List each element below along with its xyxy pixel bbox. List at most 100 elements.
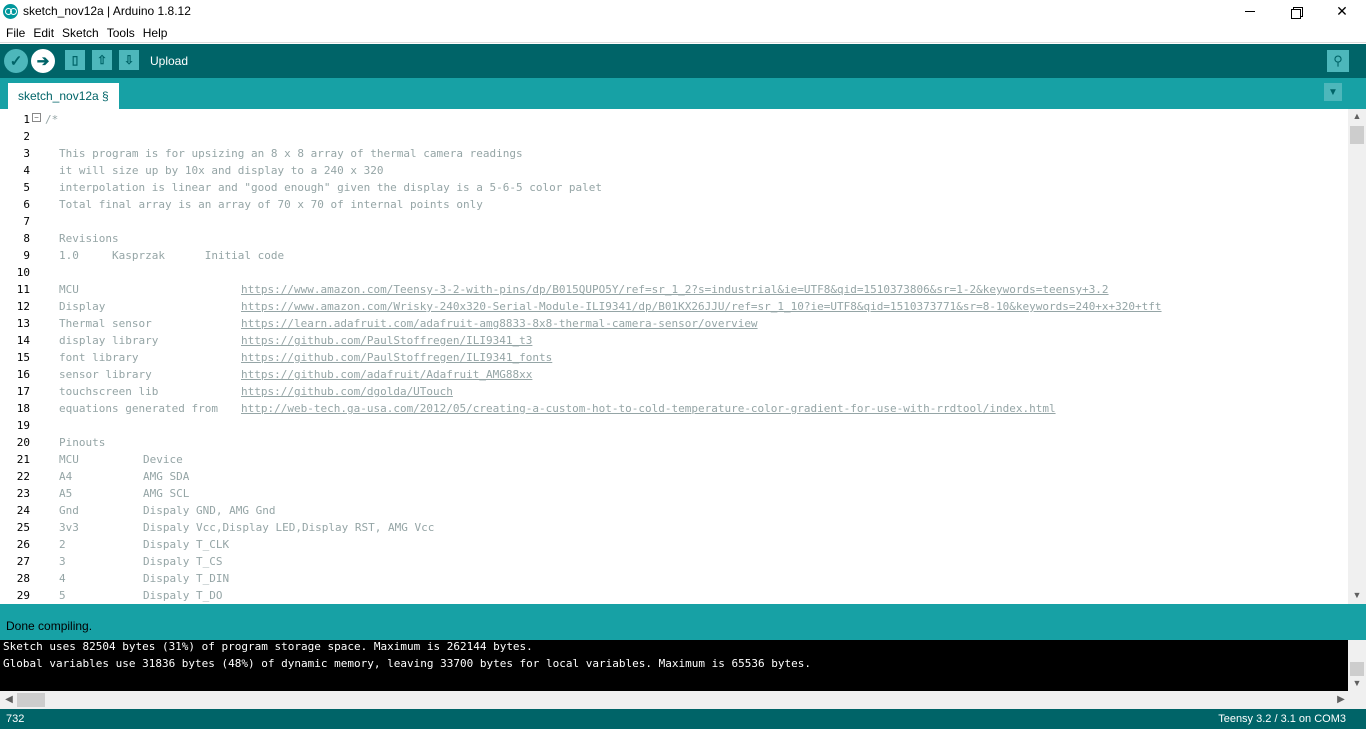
open-sketch-button[interactable]: ⇧ <box>92 50 112 70</box>
code-url-link[interactable]: https://www.amazon.com/Teensy-3-2-with-p… <box>241 281 1109 298</box>
minimize-icon <box>1245 11 1255 12</box>
code-label: sensor library <box>59 368 152 381</box>
title-bar: sketch_nov12a | Arduino 1.8.12 ✕ <box>0 0 1366 23</box>
console-scroll-thumb[interactable] <box>1350 662 1364 676</box>
pinout-device: Device <box>143 453 183 466</box>
code-line: Revisions <box>44 230 1344 247</box>
code-line: display library https://github.com/PaulSt… <box>44 332 1344 349</box>
close-button[interactable]: ✕ <box>1319 0 1365 23</box>
fold-collapse-icon[interactable]: − <box>32 113 41 122</box>
scroll-right-arrow-icon[interactable]: ▶ <box>1334 691 1348 709</box>
code-url-link[interactable]: https://www.amazon.com/Wrisky-240x320-Se… <box>241 298 1162 315</box>
code-line: Gnd Dispaly GND, AMG Gnd <box>44 502 1344 519</box>
line-number: 25 <box>16 521 30 534</box>
maximize-button[interactable] <box>1273 0 1319 23</box>
upload-button[interactable]: ➔ <box>31 49 55 73</box>
line-number: 11 <box>16 283 30 296</box>
console-h-scroll-thumb[interactable] <box>17 693 45 707</box>
line-number: 6 <box>23 198 30 211</box>
scroll-up-arrow-icon[interactable]: ▲ <box>1348 109 1366 123</box>
scroll-thumb[interactable] <box>1350 126 1364 144</box>
line-number: 20 <box>16 436 30 449</box>
code-text-area[interactable]: /* This program is for upsizing an 8 x 8 … <box>44 109 1347 604</box>
menu-file[interactable]: File <box>2 26 29 40</box>
save-sketch-button[interactable]: ⇩ <box>119 50 139 70</box>
editor-vertical-scrollbar[interactable]: ▲ ▼ <box>1348 109 1366 604</box>
console-vertical-scrollbar[interactable]: ▼ <box>1348 640 1366 691</box>
code-line: 3v3 Dispaly Vcc,Display LED,Display RST, … <box>44 519 1344 536</box>
console-horizontal-scrollbar[interactable]: ◀ ▶ <box>0 691 1366 709</box>
verify-button[interactable]: ✓ <box>4 49 28 73</box>
arrow-down-icon: ⇩ <box>123 53 135 67</box>
code-line: it will size up by 10x and display to a … <box>44 162 1344 179</box>
code-editor[interactable]: 1 2 3 4 5 6 7 8 9 10 11 12 13 14 15 16 17 18 19 20 21 22 23 24 2… <box>0 109 1366 604</box>
tab-sketch-nov12a[interactable]: sketch_nov12a § <box>8 83 119 109</box>
line-number: 14 <box>16 334 30 347</box>
line-number: 27 <box>16 555 30 568</box>
line-number: 19 <box>16 419 30 432</box>
console-line: Sketch uses 82504 bytes (31%) of program… <box>3 640 533 653</box>
menu-tools[interactable]: Tools <box>103 26 139 40</box>
line-number: 1 <box>23 113 30 126</box>
line-number: 4 <box>23 164 30 177</box>
menu-sketch[interactable]: Sketch <box>58 26 103 40</box>
code-label: Thermal sensor <box>59 317 152 330</box>
window-title: sketch_nov12a | Arduino 1.8.12 <box>23 4 191 18</box>
code-text: This program is for upsizing an 8 x 8 ar… <box>59 147 523 160</box>
code-line: Total final array is an array of 70 x 70… <box>44 196 1344 213</box>
pinout-mcu: 4 <box>59 572 66 585</box>
tab-menu-button[interactable]: ▼ <box>1324 83 1342 101</box>
code-line: A5 AMG SCL <box>44 485 1344 502</box>
line-number: 8 <box>23 232 30 245</box>
pinout-mcu: 5 <box>59 589 66 602</box>
toolbar-hover-label: Upload <box>150 54 189 68</box>
code-line: Pinouts <box>44 434 1344 451</box>
pinout-device: Dispaly T_DO <box>143 589 223 602</box>
code-url-link[interactable]: https://learn.adafruit.com/adafruit-amg8… <box>241 315 758 332</box>
code-line: sensor library https://github.com/adafrui… <box>44 366 1344 383</box>
line-number: 24 <box>16 504 30 517</box>
code-line: 2 Dispaly T_CLK <box>44 536 1344 553</box>
pinout-mcu: A5 <box>59 487 73 500</box>
code-url-link[interactable]: http://web-tech.ga-usa.com/2012/05/creat… <box>241 400 1056 417</box>
code-text: Revisions <box>59 232 119 245</box>
line-number: 23 <box>16 487 30 500</box>
line-number: 22 <box>16 470 30 483</box>
line-number: 15 <box>16 351 30 364</box>
status-message: Done compiling. <box>6 619 93 633</box>
menu-bar: File Edit Sketch Tools Help <box>0 23 1366 43</box>
scroll-left-arrow-icon[interactable]: ◀ <box>2 691 16 709</box>
code-line: 5 Dispaly T_DO <box>44 587 1344 604</box>
console-scroll-down-icon[interactable]: ▼ <box>1348 676 1366 690</box>
code-text: /* <box>45 113 59 126</box>
pinout-mcu: 2 <box>59 538 66 551</box>
serial-monitor-button[interactable]: ⚲ <box>1327 50 1349 72</box>
menu-help[interactable]: Help <box>139 26 172 40</box>
console-output[interactable]: Sketch uses 82504 bytes (31%) of program… <box>0 640 1366 691</box>
pinout-device: Dispaly Vcc,Display LED,Display RST, AMG… <box>143 521 435 534</box>
line-number: 28 <box>16 572 30 585</box>
code-label: MCU <box>59 283 79 296</box>
scroll-down-arrow-icon[interactable]: ▼ <box>1348 588 1366 602</box>
line-number: 29 <box>16 589 30 602</box>
minimize-button[interactable] <box>1227 0 1273 23</box>
code-line: 4 Dispaly T_DIN <box>44 570 1344 587</box>
code-url-link[interactable]: https://github.com/PaulStoffregen/ILI934… <box>241 349 552 366</box>
new-sketch-button[interactable]: ▯ <box>65 50 85 70</box>
line-number: 13 <box>16 317 30 330</box>
code-text: 1.0 Kasprzak Initial code <box>59 249 285 262</box>
line-number: 9 <box>23 249 30 262</box>
code-url-link[interactable]: https://github.com/dgolda/UTouch <box>241 383 453 400</box>
code-url-link[interactable]: https://github.com/adafruit/Adafruit_AMG… <box>241 366 532 383</box>
code-line: Display https://www.amazon.com/Wrisky-240… <box>44 298 1344 315</box>
code-line: touchscreen lib https://github.com/dgolda… <box>44 383 1344 400</box>
line-number: 18 <box>16 402 30 415</box>
code-url-link[interactable]: https://github.com/PaulStoffregen/ILI934… <box>241 332 532 349</box>
menu-edit[interactable]: Edit <box>29 26 58 40</box>
line-number-gutter: 1 2 3 4 5 6 7 8 9 10 11 12 13 14 15 16 17 18 19 20 21 22 23 24 2… <box>0 109 44 604</box>
code-line: equations generated from http://web-tech.… <box>44 400 1344 417</box>
pinout-mcu: Gnd <box>59 504 79 517</box>
code-text: Pinouts <box>59 436 106 449</box>
